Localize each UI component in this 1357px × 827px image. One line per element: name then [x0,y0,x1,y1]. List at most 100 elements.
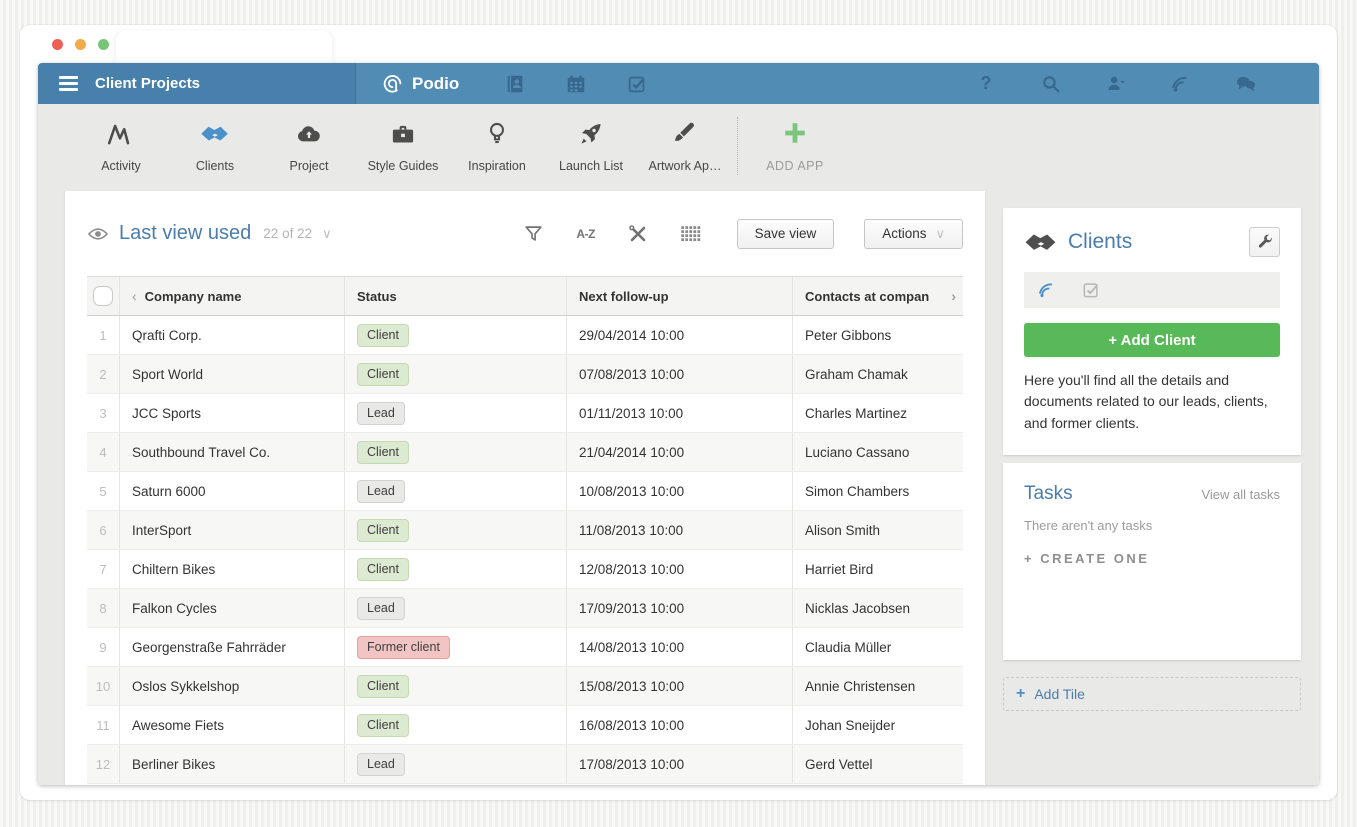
add-app-button[interactable]: ADD APP [743,120,847,173]
company-name-cell[interactable]: JCC Sports [120,394,345,432]
app-nav-item-project[interactable]: Project [262,120,356,173]
close-window-button[interactable] [52,39,63,50]
table-row[interactable]: 3 JCC Sports Lead 01/11/2013 10:00 Charles M… [87,394,963,433]
chat-icon[interactable] [1235,73,1257,95]
followup-cell: 14/08/2013 10:00 [567,628,793,666]
tools-icon[interactable] [627,223,649,245]
calendar-icon[interactable] [565,73,587,95]
followup-cell: 01/11/2013 10:00 [567,394,793,432]
table-row[interactable]: 1 Qrafti Corp. Client 29/04/2014 10:00 Peter… [87,316,963,355]
table-body: 1 Qrafti Corp. Client 29/04/2014 10:00 Peter… [87,316,963,784]
app-nav-item-clients[interactable]: Clients [168,120,262,173]
contacts-icon[interactable] [504,73,526,95]
chevron-down-icon[interactable]: ∨ [322,226,332,242]
menu-icon[interactable] [59,76,78,91]
company-name-cell[interactable]: Saturn 6000 [120,472,345,510]
column-header-contacts[interactable]: Contacts at compan [793,277,963,315]
checkbox-icon[interactable] [1081,280,1101,300]
plus-icon [782,120,808,146]
app-nav-item-launch-list[interactable]: Launch List [544,120,638,173]
handshake-icon [200,120,230,147]
company-name-cell[interactable]: Berliner Bikes [120,745,345,783]
add-client-button[interactable]: + Add Client [1024,323,1280,357]
table-row[interactable]: 4 Southbound Travel Co. Client 21/04/2014 1… [87,433,963,472]
followup-cell: 21/04/2014 10:00 [567,433,793,471]
table-header: ‹ Company name Status Next follow-up Con… [87,276,963,316]
view-name[interactable]: Last view used [119,222,251,245]
filter-icon[interactable] [523,223,545,245]
table-row[interactable]: 11 Awesome Fiets Client 16/08/2013 10:00 Joh… [87,706,963,745]
row-number: 1 [87,316,120,354]
status-cell: Lead [345,745,567,783]
column-header-company[interactable]: ‹ Company name [120,277,345,315]
actions-button[interactable]: Actions ∨ [864,218,963,249]
company-name-cell[interactable]: Georgenstraße Fahrräder [120,628,345,666]
tasks-panel-title[interactable]: Tasks [1024,483,1073,505]
sort-az-icon[interactable]: A-Z [575,223,597,245]
status-badge: Client [357,362,409,386]
table-row[interactable]: 10 Oslos Sykkelshop Client 15/08/2013 10:00… [87,667,963,706]
company-name-cell[interactable]: Qrafti Corp. [120,316,345,354]
app-nav-item-style-guides[interactable]: Style Guides [356,120,450,173]
minimize-window-button[interactable] [75,39,86,50]
save-view-button[interactable]: Save view [736,218,835,249]
podio-home-link[interactable]: Podio [381,72,459,95]
browser-tab[interactable] [116,31,332,63]
clients-panel-title[interactable]: Clients [1068,230,1132,254]
column-header-status[interactable]: Status [345,277,567,315]
status-badge: Client [357,674,409,698]
app-nav-item-activity[interactable]: Activity [74,120,168,173]
workspace-title[interactable]: Client Projects [95,75,200,92]
company-name-cell[interactable]: Sport World [120,355,345,393]
table-row[interactable]: 12 Berliner Bikes Lead 17/08/2013 10:00 Gerd… [87,745,963,784]
clients-table: ‹ Company name Status Next follow-up Con… [87,276,963,784]
followup-cell: 17/08/2013 10:00 [567,745,793,783]
grid-icon[interactable] [679,223,701,245]
table-row[interactable]: 5 Saturn 6000 Lead 10/08/2013 10:00 Simon Ch… [87,472,963,511]
followup-cell: 10/08/2013 10:00 [567,472,793,510]
chevron-left-icon[interactable]: ‹ [132,288,137,304]
company-name-cell[interactable]: Southbound Travel Co. [120,433,345,471]
company-name-cell[interactable]: Awesome Fiets [120,706,345,744]
window-controls[interactable] [52,39,109,50]
help-icon[interactable]: ? [975,73,997,95]
row-number: 10 [87,667,120,705]
activity-stream-icon[interactable] [1170,73,1192,95]
status-cell: Lead [345,394,567,432]
zoom-window-button[interactable] [98,39,109,50]
contact-cell: Johan Sneijder [805,717,896,733]
wrench-icon [1256,233,1274,251]
stream-blue-icon[interactable] [1037,280,1057,300]
status-cell: Lead [345,472,567,510]
brand-name: Podio [412,73,460,93]
company-name-cell[interactable]: InterSport [120,511,345,549]
chevron-right-icon[interactable]: › [951,288,956,304]
table-row[interactable]: 9 Georgenstraße Fahrräder Former client 14/… [87,628,963,667]
search-icon[interactable] [1040,73,1062,95]
app-settings-button[interactable] [1249,227,1280,257]
add-tile-button[interactable]: + Add Tile [1003,676,1301,711]
row-number: 11 [87,706,120,744]
select-all-checkbox[interactable] [93,286,113,306]
user-menu-icon[interactable] [1105,73,1127,95]
workspace-header: Client Projects [38,63,356,104]
column-header-followup[interactable]: Next follow-up [567,277,793,315]
table-row[interactable]: 2 Sport World Client 07/08/2013 10:00 Graham… [87,355,963,394]
view-all-tasks-link[interactable]: View all tasks [1201,487,1280,502]
company-name-cell[interactable]: Falkon Cycles [120,589,345,627]
table-row[interactable]: 8 Falkon Cycles Lead 17/09/2013 10:00 Nickla… [87,589,963,628]
contact-cell: Gerd Vettel [805,756,873,772]
app-nav-label: Project [289,158,329,173]
company-name-cell[interactable]: Oslos Sykkelshop [120,667,345,705]
table-row[interactable]: 6 InterSport Client 11/08/2013 10:00 Alison … [87,511,963,550]
view-selector[interactable]: Last view used 22 of 22 ∨ [87,222,332,245]
contact-cell: Simon Chambers [805,483,910,499]
app-nav-item-artwork-ap[interactable]: Artwork Ap… [638,120,732,173]
status-cell: Client [345,667,567,705]
topbar-nav-icons [504,73,648,95]
company-name-cell[interactable]: Chiltern Bikes [120,550,345,588]
app-nav-item-inspiration[interactable]: Inspiration [450,120,544,173]
table-row[interactable]: 7 Chiltern Bikes Client 12/08/2013 10:00 Har… [87,550,963,589]
create-task-link[interactable]: + CREATE ONE [1024,551,1280,566]
tasks-check-icon[interactable] [626,73,648,95]
